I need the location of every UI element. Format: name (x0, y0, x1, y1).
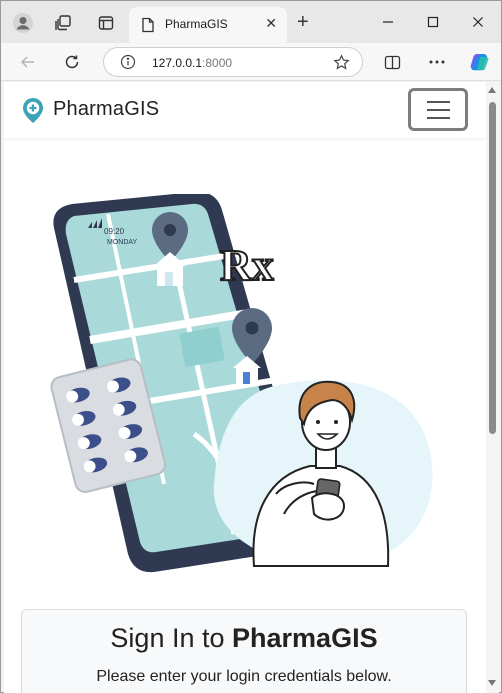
tab-strip: PharmaGIS ✕ + (1, 1, 501, 43)
close-icon[interactable]: ✕ (265, 15, 277, 32)
page-viewport: PharmaGIS 09:20 MONDAY Rx Sign In to Pha… (4, 82, 499, 693)
window-close-icon[interactable] (467, 11, 489, 33)
navigation-bar: 127.0.0.1:8000 (1, 43, 501, 81)
signin-subtitle: Please enter your login credentials belo… (96, 668, 392, 685)
split-screen-icon[interactable] (381, 51, 403, 73)
url-text[interactable]: 127.0.0.1:8000 (152, 56, 232, 70)
hamburger-bar (427, 101, 450, 103)
brand-name[interactable]: PharmaGIS (53, 98, 159, 121)
page-scrollbar[interactable] (486, 82, 499, 693)
tab-title: PharmaGIS (165, 17, 228, 31)
url-host: 127.0.0.1 (152, 56, 203, 70)
maximize-icon[interactable] (422, 11, 444, 33)
scroll-down-icon[interactable] (488, 680, 496, 686)
phone-clock-time: 09:20 (104, 227, 125, 236)
tab-pharmagis[interactable]: PharmaGIS ✕ (129, 7, 287, 43)
refresh-icon[interactable] (61, 51, 83, 73)
menu-toggle-button[interactable] (408, 88, 468, 131)
workspaces-icon[interactable] (51, 11, 75, 35)
signin-title-prefix: Sign In to (110, 623, 233, 653)
hamburger-bar (427, 109, 450, 111)
more-options-icon[interactable] (426, 51, 448, 73)
minimize-icon[interactable] (377, 11, 399, 33)
scroll-thumb[interactable] (489, 102, 496, 434)
info-icon[interactable] (120, 54, 136, 75)
signin-title: Sign In to PharmaGIS (22, 623, 466, 654)
new-tab-icon[interactable]: + (297, 11, 309, 33)
url-port: :8000 (202, 56, 233, 70)
signin-title-brand: PharmaGIS (232, 623, 378, 653)
brand-logo-icon[interactable] (22, 97, 44, 129)
rx-symbol: Rx (220, 241, 274, 290)
favorite-star-icon[interactable] (333, 54, 350, 76)
signin-card: Sign In to PharmaGIS Please enter your l… (21, 609, 467, 693)
copilot-icon[interactable] (468, 51, 490, 73)
page-icon (141, 17, 155, 38)
scroll-up-icon[interactable] (488, 87, 496, 93)
back-icon[interactable] (17, 51, 39, 73)
site-header: PharmaGIS (4, 82, 486, 138)
profile-icon[interactable] (11, 11, 35, 35)
hero-illustration: 09:20 MONDAY Rx (44, 191, 444, 579)
person-illustration (213, 380, 433, 567)
tab-actions-icon[interactable] (94, 11, 118, 35)
hamburger-bar (427, 117, 450, 119)
phone-clock-day: MONDAY (107, 239, 138, 246)
address-bar[interactable]: 127.0.0.1:8000 (103, 47, 363, 77)
browser-window: PharmaGIS ✕ + 127.0.0.1:8000 PharmaGIS 0… (0, 0, 502, 693)
